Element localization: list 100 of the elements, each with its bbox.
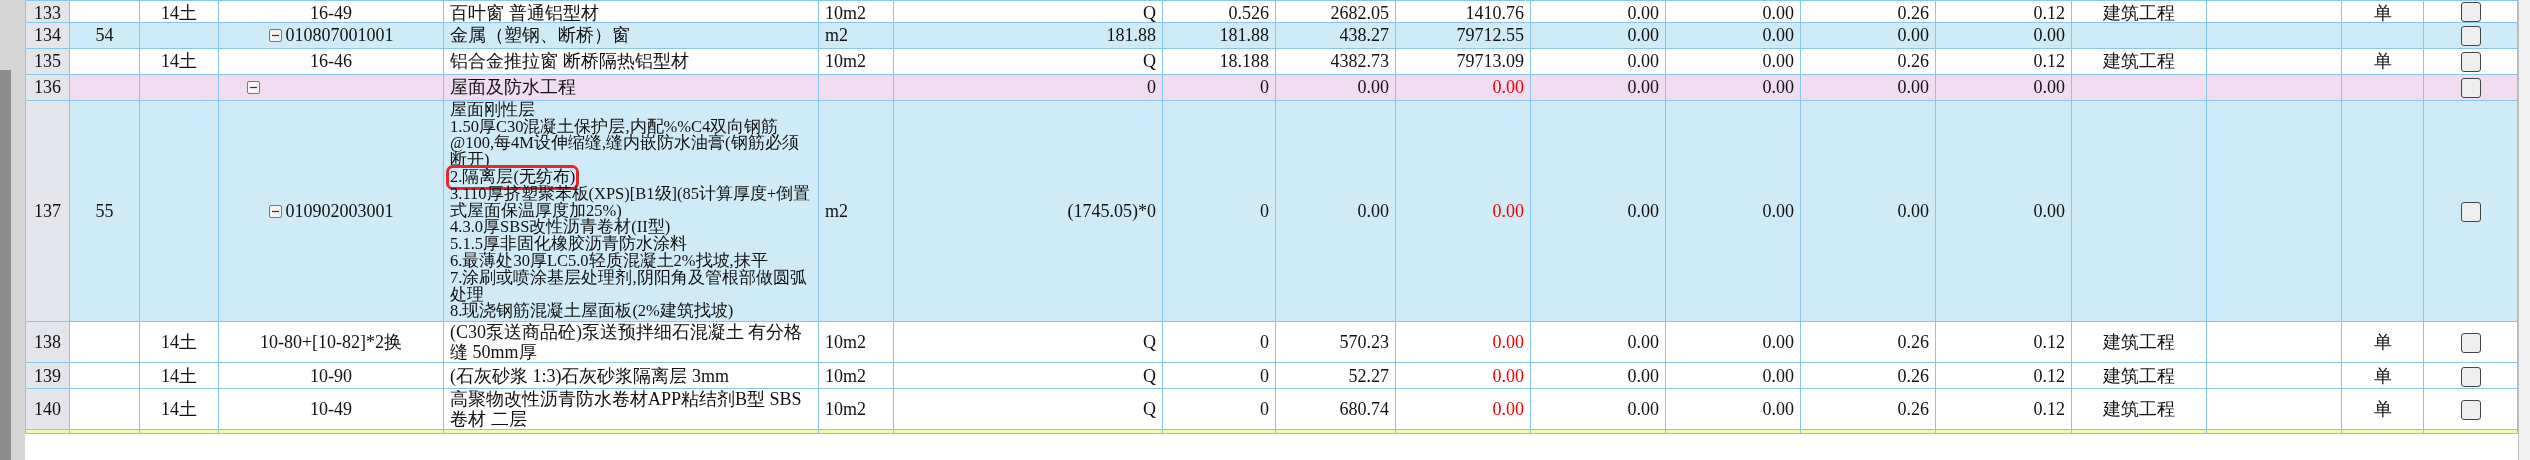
row-number: 138 <box>34 332 61 353</box>
table-cell: 0.00 <box>2033 201 2065 222</box>
table-cell: Q <box>1143 365 1156 386</box>
table-cell: 0 <box>1260 201 1269 222</box>
table-cell: 18.188 <box>1219 51 1269 72</box>
table-cell: 建筑工程 <box>2103 332 2175 353</box>
table-cell: 0.00 <box>1492 332 1524 353</box>
table-cell: 52.27 <box>1348 365 1389 386</box>
item-name: (石灰砂浆 1:3)石灰砂浆隔离层 3mm <box>450 365 729 386</box>
table-cell: 10m2 <box>825 332 866 353</box>
table-cell: 0.12 <box>2033 2 2065 22</box>
description-line: 8.现浇钢筋混凝土屋面板(2%建筑找坡) <box>450 303 735 321</box>
table-cell: Q <box>1143 332 1156 353</box>
table-cell: 10m2 <box>825 399 866 420</box>
table-cell: 0.26 <box>1897 2 1929 22</box>
table-cell: 10m2 <box>825 2 866 22</box>
table-cell: 0.00 <box>1762 77 1794 98</box>
row-number: 136 <box>34 77 61 98</box>
table-cell: 0.00 <box>1762 332 1794 353</box>
table-cell: 0.26 <box>1897 365 1929 386</box>
table-cell: 79713.09 <box>1456 51 1524 72</box>
table-cell: 0.00 <box>1762 365 1794 386</box>
row-number: 134 <box>34 25 61 46</box>
table-cell: 0 <box>1260 399 1269 420</box>
item-code: 16-49 <box>310 3 352 22</box>
table-cell: 0.00 <box>1627 365 1659 386</box>
table-cell: 0.00 <box>1492 77 1524 98</box>
table-cell: 0.00 <box>1627 399 1659 420</box>
item-code: 10-49 <box>310 399 352 420</box>
item-code: 16-46 <box>310 51 352 72</box>
table-cell: 0.00 <box>1492 399 1524 420</box>
collapse-icon[interactable] <box>268 204 282 218</box>
item-name: 金属（塑钢、断桥）窗 <box>450 25 630 46</box>
table-cell: 14土 <box>161 51 197 72</box>
table-cell: 0.00 <box>1627 201 1659 222</box>
table-cell: 单 <box>2373 399 2392 420</box>
table-cell: 0.26 <box>1897 399 1929 420</box>
table-cell: Q <box>1143 51 1156 72</box>
table-cell: 建筑工程 <box>2103 51 2175 72</box>
collapse-icon[interactable] <box>268 28 282 42</box>
row-number: 133 <box>34 2 61 22</box>
table-cell: 0.00 <box>1627 25 1659 46</box>
table-cell: 0.00 <box>1762 25 1794 46</box>
table-cell: 0.00 <box>1627 332 1659 353</box>
table-cell: 54 <box>95 25 114 46</box>
table-cell: 0.26 <box>1897 332 1929 353</box>
table-cell: 0.26 <box>1897 51 1929 72</box>
table-cell: 4382.73 <box>1330 51 1389 72</box>
table-cell: 0.00 <box>1762 201 1794 222</box>
description-line: 屋面刚性层 <box>450 101 535 119</box>
checkbox[interactable] <box>2460 1 2481 22</box>
table-cell: 0 <box>1260 332 1269 353</box>
table-cell: 0.00 <box>1627 77 1659 98</box>
table-cell: 14土 <box>161 332 197 353</box>
table-cell: 0.00 <box>1492 201 1524 222</box>
table-cell: 79712.55 <box>1456 25 1524 46</box>
table-cell: 0.12 <box>2033 365 2065 386</box>
table-cell: 0 <box>1260 365 1269 386</box>
item-name: 屋面及防水工程 <box>450 77 576 98</box>
table-cell: 0.00 <box>1897 201 1929 222</box>
table-cell: 0.00 <box>1897 25 1929 46</box>
table-cell: 单 <box>2373 332 2392 353</box>
table-cell: 0.00 <box>1762 399 1794 420</box>
item-code: 10-80+[10-82]*2换 <box>259 332 403 353</box>
checkbox[interactable] <box>2460 26 2481 47</box>
table-cell: 680.74 <box>1339 399 1389 420</box>
table-cell: 0.00 <box>2033 77 2065 98</box>
checkbox[interactable] <box>2460 202 2481 222</box>
table-cell: 单 <box>2373 2 2392 22</box>
item-code: 010807001001 <box>285 25 394 46</box>
table-cell: 建筑工程 <box>2103 399 2175 420</box>
table-cell: m2 <box>825 201 848 222</box>
table-cell: 单 <box>2373 365 2392 386</box>
item-name: 百叶窗 普通铝型材 <box>450 2 599 22</box>
row-number: 137 <box>34 201 61 222</box>
collapse-icon[interactable] <box>247 80 260 94</box>
item-name: 铝合金推拉窗 断桥隔热铝型材 <box>450 51 689 72</box>
table-cell: 10m2 <box>825 51 866 72</box>
item-name: (C30泵送商品砼)泵送预拌细石混凝土 有分格缝 50mm厚 <box>450 322 803 362</box>
table-cell: 10m2 <box>825 365 866 386</box>
table-cell: 0.12 <box>2033 399 2065 420</box>
checkbox[interactable] <box>2460 366 2481 387</box>
table-cell: Q <box>1143 399 1156 420</box>
table-cell: 0.12 <box>2033 332 2065 353</box>
table-cell: 438.27 <box>1339 25 1389 46</box>
table-cell: 14土 <box>161 365 197 386</box>
checkbox[interactable] <box>2460 333 2481 354</box>
table-cell: 0.00 <box>1627 2 1659 22</box>
table-cell: 0 <box>1147 77 1156 98</box>
table-cell: 0.00 <box>1357 201 1389 222</box>
table-cell: 0.526 <box>1228 2 1269 22</box>
checkbox[interactable] <box>2460 78 2481 99</box>
table-cell: 0.00 <box>1357 77 1389 98</box>
table-cell: 0.00 <box>1762 51 1794 72</box>
checkbox[interactable] <box>2460 52 2481 73</box>
table-cell: 0.00 <box>1627 51 1659 72</box>
table-cell: 570.23 <box>1339 332 1389 353</box>
checkbox[interactable] <box>2460 400 2481 421</box>
table-cell: (1745.05)*0 <box>1067 201 1156 222</box>
table-cell: 181.88 <box>1106 25 1156 46</box>
